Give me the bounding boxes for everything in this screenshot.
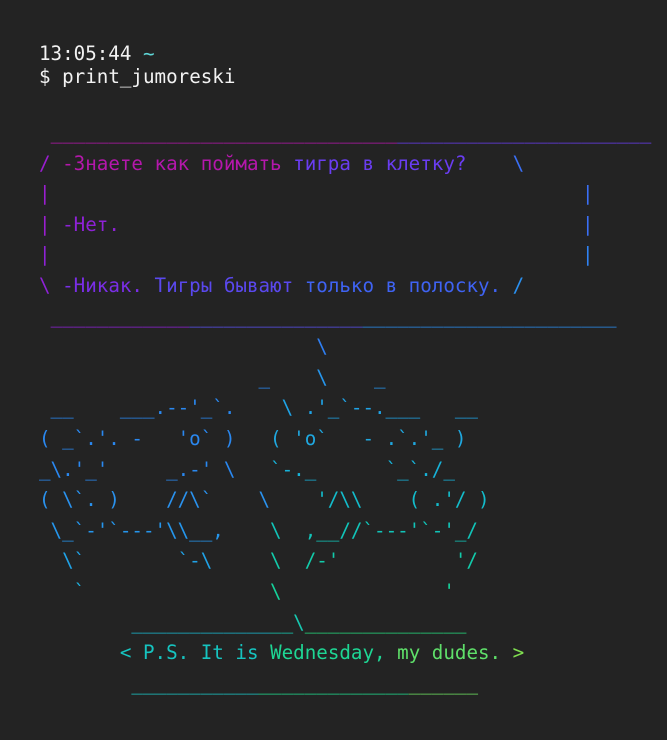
output-segment: _\.'_' _.-' \ (39, 457, 271, 481)
output-segment: __\ (270, 610, 305, 634)
output-segment (39, 641, 120, 664)
output-line: < P.S. It is Wednesday, my dudes. > (39, 641, 524, 664)
output-segment: -Нет. (62, 212, 120, 236)
output-segment (39, 672, 131, 695)
output-segment: __ ___.--'_`. (39, 396, 282, 420)
output-line: ` \ ' (39, 580, 455, 603)
output-segment: \ _ (316, 365, 386, 389)
output-line: \_`-'`---'\\__, \ ,__//`---'`-'_/ (39, 519, 478, 542)
output-line: ______________\______________ (39, 611, 466, 634)
output-segment: \ (39, 335, 328, 359)
output-segment: \_`-'`---'\\__, (39, 518, 271, 542)
output-segment (39, 305, 51, 328)
output-line: ________________________________________… (39, 305, 617, 328)
output-line: / -Знаете как поймать тигра в клетку? \ (39, 152, 524, 175)
output-line: ______________________________ (39, 672, 478, 695)
output-segment: ( 'o` - .`.'_ ) (270, 426, 467, 450)
output-segment (39, 611, 131, 634)
output-line: _\.'_' _.-' \ `-._ `_`./_ (39, 458, 455, 481)
output-segment: | (39, 182, 51, 206)
output-segment: \ .'_`--.___ __ (281, 396, 478, 420)
output-line: ________________________________________… (39, 121, 652, 144)
terminal-window[interactable]: 13:05:44 ~ $ print_jumoreski ___________… (0, 0, 667, 740)
output-line: \ (39, 335, 328, 358)
output-segment: _______________ (189, 304, 363, 328)
output-segment: ____________ (50, 304, 190, 328)
output-line: | | (39, 182, 594, 205)
output-segment: ` (39, 579, 271, 603)
output-segment: ______ (408, 671, 478, 695)
output-segment: | (39, 243, 51, 267)
output-segment: \ (39, 273, 63, 297)
output-segment: `-._ `_`./_ (270, 457, 455, 481)
output-segment: ( _`.'. - 'o` ) (39, 426, 271, 450)
prompt-time: 13:05:44 (39, 42, 132, 65)
output-segment: ______________________ (397, 121, 652, 144)
output-segment: \ /-' '/ (270, 549, 478, 573)
output-line: \ -Никак. Тигры бывают только в полоску.… (39, 274, 524, 297)
prompt-dollar: $ (39, 65, 51, 88)
output-segment: | (39, 212, 63, 236)
output-segment: Тигры бывают (154, 273, 305, 297)
output-segment: ____________ (131, 610, 271, 634)
output-segment: ( \`. ) //\` \ (39, 488, 317, 512)
output-line: __ ___.--'_`. \ .'_`--.___ __ (39, 396, 478, 419)
output-line: \` `-\ \ /-' '/ (39, 549, 478, 572)
prompt-block: 13:05:44 ~ $ print_jumoreski (39, 42, 235, 88)
output-segment: \` `-\ (39, 549, 271, 573)
output-segment: | (119, 212, 594, 236)
output-segment: \ ' (270, 579, 455, 603)
output-segment: ______________ (304, 610, 467, 634)
output-segment: -Знаете как поймать (62, 151, 294, 175)
prompt-directory: ~ (142, 42, 155, 65)
output-segment: _____________ (258, 671, 409, 695)
output-segment: \ (466, 151, 525, 175)
output-segment: ______________________ (362, 304, 617, 328)
output-segment: | (50, 243, 594, 267)
output-segment: '/\\ ( .'/ ) (316, 488, 490, 512)
output-segment: Wednesday, (270, 641, 398, 665)
cowsay-output: ________________________________________… (39, 118, 651, 699)
prompt-command: print_jumoreski (62, 65, 236, 88)
output-segment: _ (39, 365, 317, 389)
output-line: ( \`. ) //\` \ '/\\ ( .'/ ) (39, 488, 490, 511)
output-segment: ___________ (131, 671, 259, 695)
output-segment: \ ,__//`---'`-'_/ (270, 518, 478, 542)
output-line: | -Нет. | (39, 213, 594, 236)
output-segment: только в полоску. (304, 273, 502, 297)
output-segment: my dudes. (397, 641, 502, 665)
output-segment: -Никак. (62, 273, 155, 297)
output-line: ( _`.'. - 'o` ) ( 'o` - .`.'_ ) (39, 427, 466, 450)
output-segment: | (50, 182, 594, 206)
output-segment (39, 121, 51, 144)
output-segment: < P.S. It is (119, 641, 271, 665)
output-line: | | (39, 243, 594, 266)
output-segment: / (501, 273, 525, 297)
output-line: _ \ _ (39, 365, 386, 389)
output-segment: > (501, 641, 525, 665)
output-segment: ______________________________ (50, 121, 398, 144)
output-segment: / (39, 151, 63, 175)
output-segment: тигра в клетку? (293, 151, 467, 175)
